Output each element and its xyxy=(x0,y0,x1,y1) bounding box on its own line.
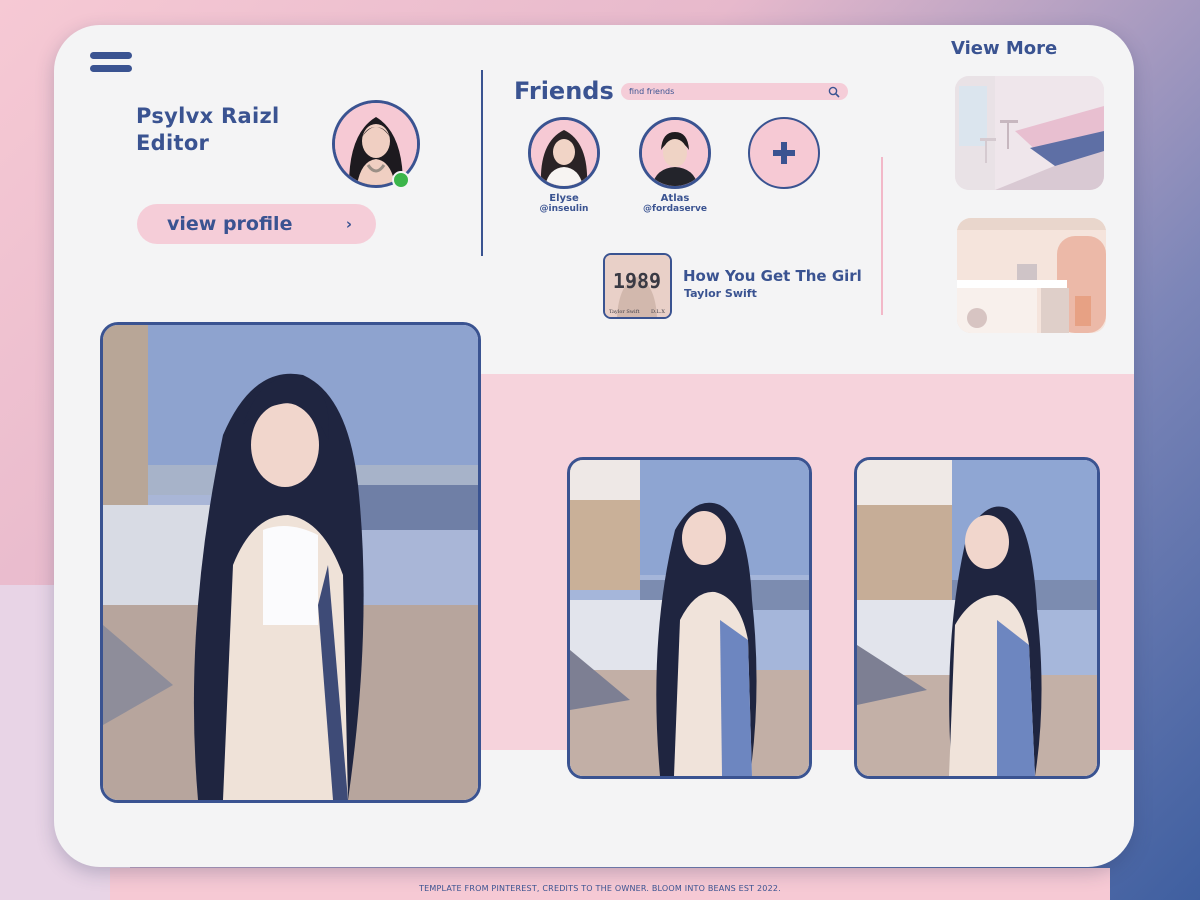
friend-avatar[interactable] xyxy=(528,117,600,189)
friend-item[interactable]: Elyse @inseulin xyxy=(528,117,600,214)
friend-search[interactable] xyxy=(621,83,848,100)
song-artist: Taylor Swift xyxy=(684,287,757,300)
album-cover[interactable]: 1989 Taylor Swift D.L.X xyxy=(603,253,672,319)
album-caption-left: Taylor Swift xyxy=(609,309,640,315)
featured-photo[interactable] xyxy=(100,322,481,803)
plus-icon xyxy=(773,142,795,164)
album-caption-right: D.L.X xyxy=(651,309,665,315)
gallery-thumbnail[interactable] xyxy=(957,218,1106,333)
search-icon[interactable] xyxy=(828,86,840,98)
friend-name: Atlas xyxy=(660,193,690,204)
friend-name: Elyse xyxy=(549,193,579,204)
album-title-text: 1989 xyxy=(613,269,661,293)
song-title: How You Get The Girl xyxy=(683,267,862,285)
menu-icon[interactable] xyxy=(90,52,132,74)
friend-handle: @fordaserve xyxy=(643,204,707,214)
chevron-right-icon: › xyxy=(345,215,352,233)
profile-card: Psylvx Raizl Editor view profile › Frien… xyxy=(54,25,1134,867)
view-more-link[interactable]: View More xyxy=(951,38,1057,59)
profile-name: Psylvx Raizl xyxy=(136,104,280,128)
online-status-indicator xyxy=(392,171,410,189)
gallery-divider xyxy=(881,157,883,315)
friend-item[interactable]: Atlas @fordaserve xyxy=(639,117,711,214)
gallery-photo[interactable] xyxy=(567,457,812,779)
friends-title: Friends xyxy=(514,77,614,105)
friend-avatar[interactable] xyxy=(639,117,711,189)
section-divider xyxy=(481,70,483,256)
search-input[interactable] xyxy=(629,87,828,96)
footer-credit: TEMPLATE FROM PINTEREST, CREDITS TO THE … xyxy=(419,884,781,893)
gallery-photo[interactable] xyxy=(854,457,1100,779)
profile-role: Editor xyxy=(136,131,210,155)
view-profile-label: view profile xyxy=(167,213,293,235)
view-profile-button[interactable]: view profile › xyxy=(137,204,376,244)
gallery-thumbnail[interactable] xyxy=(955,76,1104,190)
friend-handle: @inseulin xyxy=(539,204,589,214)
add-friend-button[interactable] xyxy=(748,117,820,189)
